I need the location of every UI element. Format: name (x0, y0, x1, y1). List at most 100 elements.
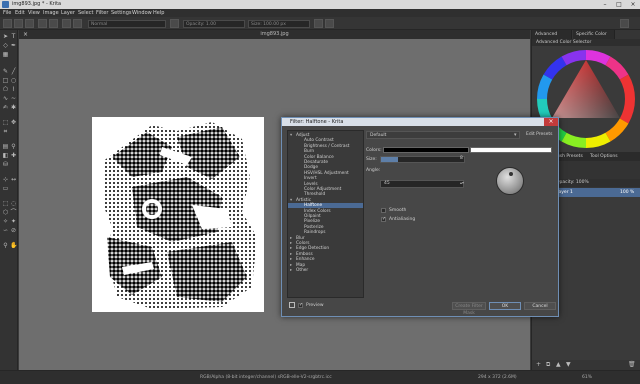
filter-category[interactable]: ▾ Artistic (288, 198, 363, 203)
filter-item[interactable]: Oilpaint (288, 214, 363, 219)
freehand-path-icon[interactable]: ~ (10, 95, 17, 102)
duplicate-layer-icon[interactable]: ⧉ (546, 361, 550, 369)
menu-image[interactable]: Image (43, 10, 59, 16)
undo-icon[interactable] (38, 19, 47, 28)
edit-presets-button[interactable]: Edit Presets (526, 132, 553, 137)
pattern-tool-icon[interactable]: ▦ (2, 51, 9, 58)
delete-layer-icon[interactable]: 🗑 (628, 361, 636, 368)
mirror-vertical-icon[interactable] (325, 19, 334, 28)
maximize-button[interactable]: □ (612, 0, 626, 9)
halftone-image[interactable] (92, 117, 264, 312)
fill-tool-icon[interactable]: ⛁ (2, 161, 9, 168)
layer-opacity-label[interactable]: Opacity: 100% (556, 180, 589, 185)
filter-category[interactable]: ▸ Edge Detection (288, 246, 363, 251)
ellipse-tool-icon[interactable]: ○ (10, 77, 17, 84)
filter-item[interactable]: Dodge (288, 165, 363, 170)
move-layer-down-icon[interactable]: ▼ (566, 361, 571, 368)
menu-filter[interactable]: Filter (96, 10, 108, 16)
angle-dial[interactable] (496, 167, 524, 195)
text-tool-icon[interactable]: T (10, 33, 17, 40)
pattern-icon[interactable] (73, 19, 82, 28)
assistant-tool-icon[interactable]: ⊹ (2, 176, 9, 183)
angle-input[interactable]: 45 (380, 180, 464, 188)
gradient-icon[interactable] (62, 19, 71, 28)
menu-settings[interactable]: Settings (111, 10, 132, 16)
tab-advanced-color-selector[interactable]: Advanced Color S... (532, 30, 572, 46)
tab-tool-options[interactable]: Tool Options (590, 154, 618, 159)
polyline-tool-icon[interactable]: ⌇ (10, 86, 17, 93)
edit-shapes-tool-icon[interactable]: ◇ (2, 42, 9, 49)
dynamic-brush-icon[interactable]: ✍ (2, 104, 9, 111)
open-document-icon[interactable] (14, 19, 23, 28)
polygon-tool-icon[interactable]: ⬠ (2, 86, 9, 93)
menu-select[interactable]: Select (78, 10, 93, 16)
filter-item[interactable]: Burn (288, 149, 363, 154)
compare-icon[interactable] (289, 302, 295, 308)
filter-item[interactable]: HSV/HSL Adjustment (288, 171, 363, 176)
filter-item[interactable]: Raindrops (288, 230, 363, 235)
ok-button[interactable]: OK (489, 302, 521, 310)
freehand-select-icon[interactable]: ⌒ (10, 209, 17, 216)
workspace-icon[interactable] (620, 19, 629, 28)
foreground-color-button[interactable] (383, 147, 469, 153)
bezier-select-icon[interactable]: ∽ (2, 227, 9, 234)
calligraphy-tool-icon[interactable]: ✒ (10, 42, 17, 49)
size-slider[interactable] (380, 156, 465, 163)
menu-window[interactable]: Window (132, 10, 152, 16)
angle-spin-icon[interactable]: ▴▾ (460, 180, 464, 185)
bezier-tool-icon[interactable]: ∿ (2, 95, 9, 102)
select-shape-tool-icon[interactable]: ➤ (2, 33, 9, 40)
filter-item[interactable]: Color Adjustment (288, 187, 363, 192)
filter-category[interactable]: ▸ Enhance (288, 257, 363, 262)
filter-item[interactable]: Levels (288, 182, 363, 187)
smart-patch-icon[interactable]: ✚ (10, 152, 17, 159)
similar-select-icon[interactable]: ✦ (10, 218, 17, 225)
filter-item[interactable]: Invert (288, 176, 363, 181)
contiguous-select-icon[interactable]: ✧ (2, 218, 9, 225)
menu-help[interactable]: Help (153, 10, 164, 16)
filter-item[interactable]: Pixelize (288, 219, 363, 224)
antialiasing-checkbox[interactable] (381, 216, 386, 222)
save-icon[interactable] (25, 19, 34, 28)
multibrush-icon[interactable]: ✱ (10, 104, 17, 111)
filter-category[interactable]: ▸ Blur (288, 236, 363, 241)
pan-tool-icon[interactable]: ✋ (10, 242, 17, 249)
rectangle-tool-icon[interactable]: □ (2, 77, 9, 84)
freehand-brush-icon[interactable]: ✎ (2, 68, 9, 75)
close-button[interactable]: × (626, 0, 640, 9)
redo-icon[interactable] (49, 19, 58, 28)
new-document-icon[interactable] (3, 19, 12, 28)
colorize-mask-icon[interactable]: ◧ (2, 152, 9, 159)
menu-view[interactable]: View (28, 10, 40, 16)
tab-specific-color-selector[interactable]: Specific Color S... (573, 30, 615, 46)
menu-edit[interactable]: Edit (15, 10, 25, 16)
magnetic-select-icon[interactable]: ⊘ (10, 227, 17, 234)
zoom-tool-icon[interactable]: ⚲ (2, 242, 9, 249)
filter-item[interactable]: Auto Contrast (288, 138, 363, 143)
document-tab[interactable]: img893.jpg (19, 30, 530, 39)
filter-item[interactable]: Threshold (288, 192, 363, 197)
filter-item[interactable]: Brightness / Contrast (288, 144, 363, 149)
polygon-select-icon[interactable]: ⬡ (2, 209, 9, 216)
transform-tool-icon[interactable]: ⬚ (2, 119, 9, 126)
filter-item[interactable]: Index Colors (288, 209, 363, 214)
rect-select-icon[interactable]: ⬚ (2, 200, 9, 207)
ellipse-select-icon[interactable]: ◌ (10, 200, 17, 207)
dialog-close-button[interactable]: × (544, 118, 558, 126)
menu-file[interactable]: File (3, 10, 11, 16)
menu-layer[interactable]: Layer (61, 10, 75, 16)
filter-item[interactable]: Posterize (288, 225, 363, 230)
smooth-checkbox[interactable] (381, 208, 386, 213)
filter-item[interactable]: Desaturate (288, 160, 363, 165)
add-layer-icon[interactable]: + (536, 361, 541, 368)
mirror-horizontal-icon[interactable] (314, 19, 323, 28)
zoom-level[interactable]: 61% (582, 375, 592, 380)
preset-select[interactable]: Default (366, 131, 520, 139)
filter-category[interactable]: ▸ Map (288, 263, 363, 268)
crop-tool-icon[interactable]: ⌗ (2, 128, 9, 135)
filter-item[interactable]: Halftone (288, 203, 363, 209)
brush-size-slider[interactable]: Size: 100.00 px (248, 20, 310, 28)
measure-tool-icon[interactable]: ↔ (10, 176, 17, 183)
move-layer-up-icon[interactable]: ▲ (556, 361, 561, 368)
tab-close-icon[interactable]: × (23, 31, 28, 38)
